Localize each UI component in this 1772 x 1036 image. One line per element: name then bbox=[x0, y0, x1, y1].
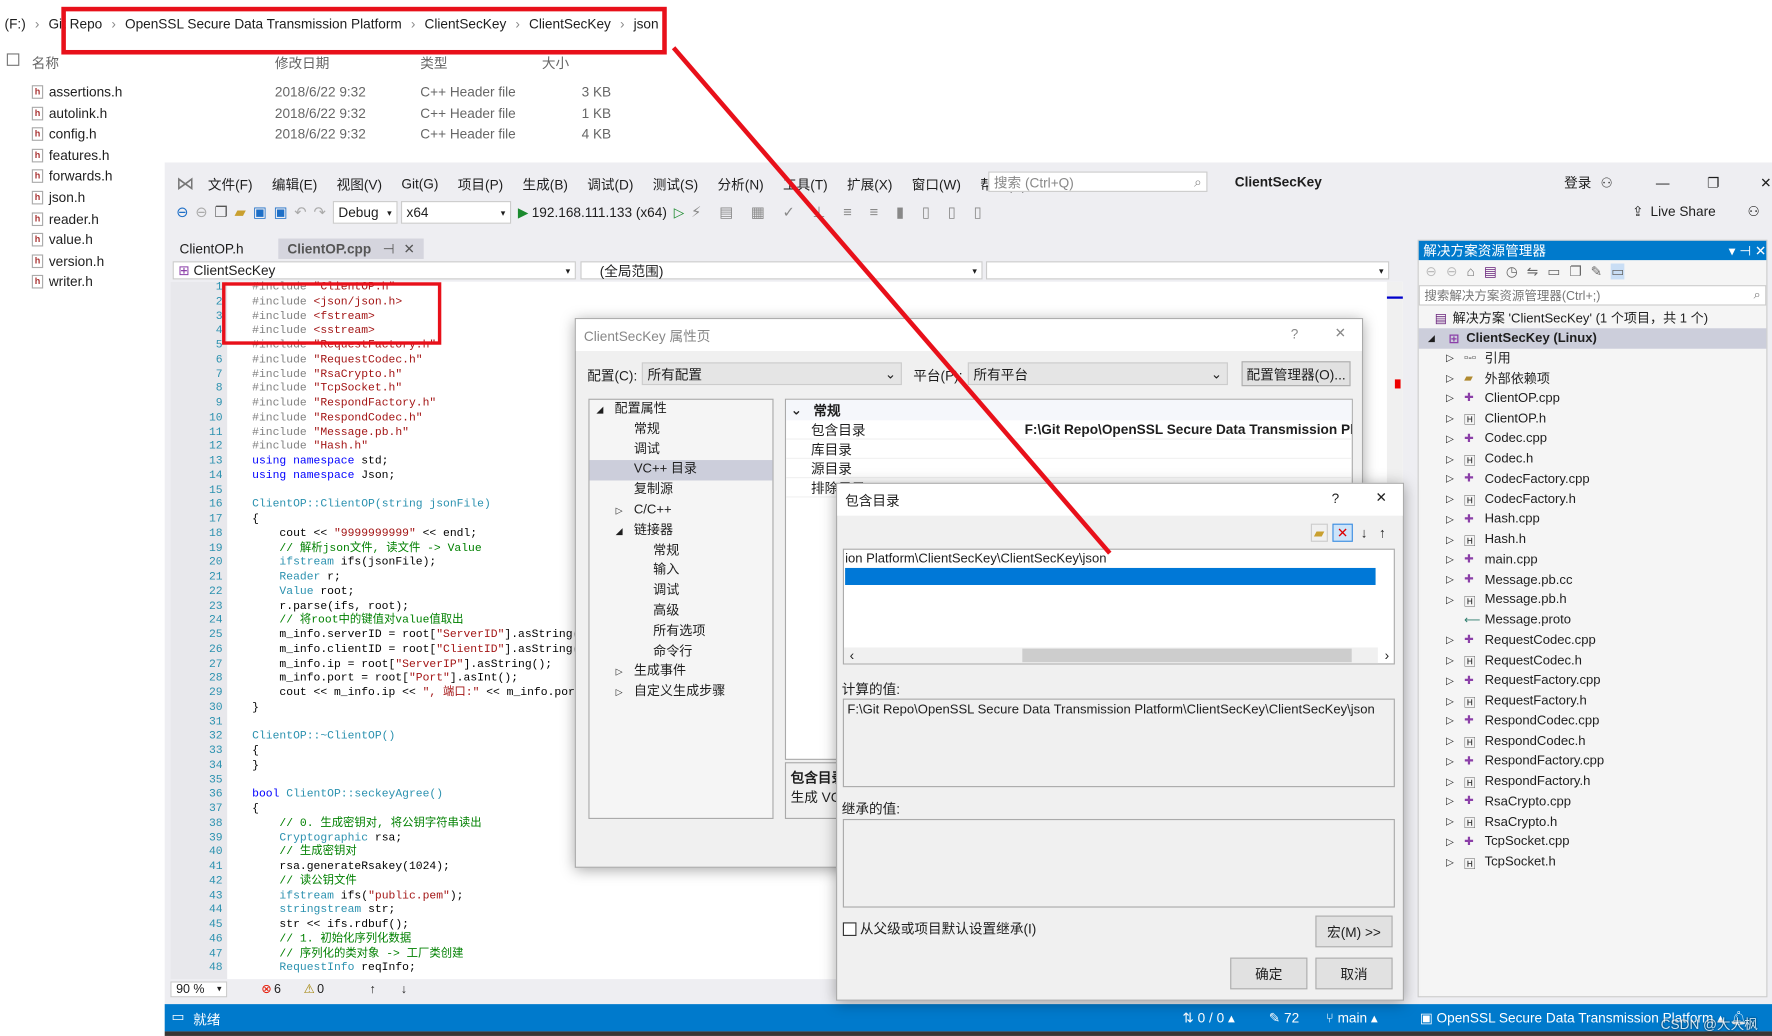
breadcrumb-highlight bbox=[61, 6, 667, 55]
annotation-arrow bbox=[671, 46, 1112, 555]
annotation-overlay bbox=[61, 6, 1112, 555]
include-highlight bbox=[222, 282, 442, 345]
